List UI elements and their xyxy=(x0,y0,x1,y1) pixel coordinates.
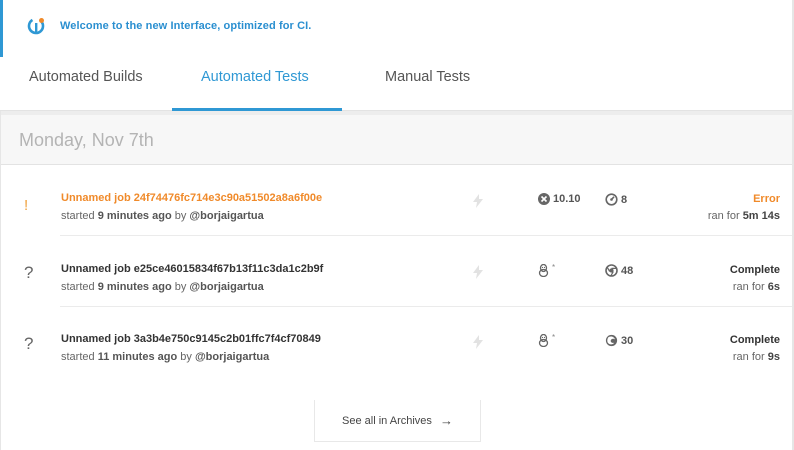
lightning-icon xyxy=(473,265,483,279)
job-user: @borjaigartua xyxy=(189,210,264,222)
left-border xyxy=(0,111,1,450)
tab-manual-tests[interactable]: Manual Tests xyxy=(385,69,470,99)
date-header-label: Monday, Nov 7th xyxy=(19,130,154,150)
safari-icon xyxy=(605,193,618,206)
saucelabs-logo-icon xyxy=(27,17,45,35)
job-row[interactable]: ? Unnamed job 3a3b4e750c9145c2b01ffc7f4c… xyxy=(0,307,794,378)
tab-automated-builds[interactable]: Automated Builds xyxy=(29,69,143,99)
question-status-icon: ? xyxy=(24,263,34,282)
job-name-link[interactable]: Unnamed job e25ce46015834f67b13f11c3da1c… xyxy=(61,263,323,275)
os-info: * xyxy=(538,333,556,347)
os-info: * xyxy=(538,263,556,277)
job-status-label: Error xyxy=(753,193,780,205)
job-user: @borjaigartua xyxy=(189,281,264,293)
browser-version: 30 xyxy=(621,334,634,347)
lightning-icon xyxy=(473,335,483,349)
job-row[interactable]: ! Unnamed job 24f74476fc714e3c90a51502a8… xyxy=(0,165,794,236)
error-status-icon: ! xyxy=(24,197,29,214)
chrome-icon xyxy=(605,264,618,277)
question-status-icon: ? xyxy=(24,334,34,353)
browser-version: 48 xyxy=(621,264,634,277)
browser-info: 30 xyxy=(605,334,633,347)
job-meta: started 9 minutes ago by @borjaigartua xyxy=(61,210,264,222)
job-row[interactable]: ? Unnamed job e25ce46015834f67b13f11c3da… xyxy=(0,236,794,307)
firefox-icon xyxy=(605,334,618,347)
browser-info: 8 xyxy=(605,193,627,206)
os-version: * xyxy=(552,333,556,342)
archives-label: See all in Archives xyxy=(342,414,432,427)
job-status-label: Complete xyxy=(729,264,780,276)
job-meta: started 9 minutes ago by @borjaigartua xyxy=(61,281,264,293)
job-status-label: Complete xyxy=(729,334,780,346)
os-version: 10.10 xyxy=(553,193,581,205)
browser-version: 8 xyxy=(621,193,628,206)
job-meta: started 11 minutes ago by @borjaigartua xyxy=(61,351,270,363)
banner-text: Welcome to the new Interface, optimized … xyxy=(60,20,312,32)
job-user: @borjaigartua xyxy=(194,351,270,363)
lightning-icon xyxy=(473,194,483,208)
tab-bar: Automated Builds Automated Tests Manual … xyxy=(0,57,794,111)
arrow-right-icon: → xyxy=(439,413,453,428)
os-info: 10.10 xyxy=(538,193,581,205)
see-all-archives-button[interactable]: See all in Archives → xyxy=(314,400,481,442)
job-duration: ran for 5m 14s xyxy=(707,210,780,222)
date-header: Monday, Nov 7th xyxy=(0,115,794,165)
job-duration: ran for 6s xyxy=(732,281,780,293)
job-name-link[interactable]: Unnamed job 3a3b4e750c9145c2b01ffc7f4cf7… xyxy=(61,333,321,345)
browser-info: 48 xyxy=(605,264,633,277)
tab-automated-tests[interactable]: Automated Tests xyxy=(201,69,309,99)
welcome-banner: Welcome to the new Interface, optimized … xyxy=(0,0,794,57)
job-duration: ran for 9s xyxy=(732,351,780,363)
job-name-link[interactable]: Unnamed job 24f74476fc714e3c90a51502a8a6… xyxy=(61,192,322,204)
linux-icon xyxy=(538,264,549,277)
os-version: * xyxy=(552,263,556,272)
linux-icon xyxy=(538,334,549,347)
osx-icon xyxy=(538,193,550,205)
